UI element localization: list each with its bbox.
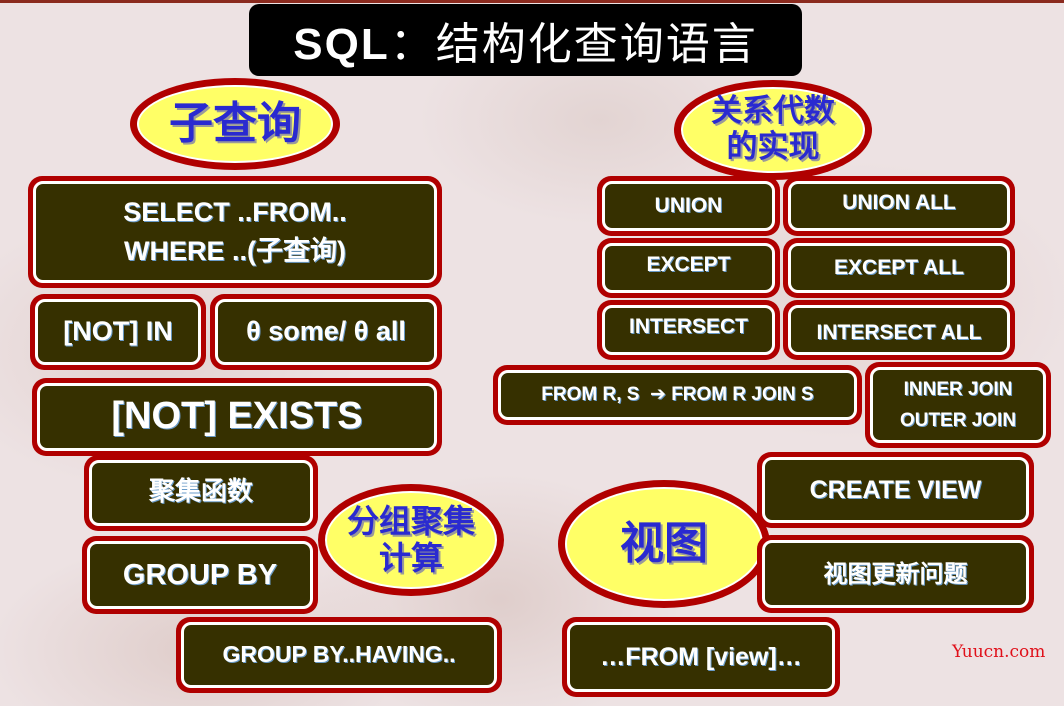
intersect-all-box: INTERSECT ALL	[783, 300, 1015, 360]
intersect-box: INTERSECT	[597, 300, 780, 360]
aggregation-bubble-line-2: 计算	[378, 539, 443, 577]
view-update-issue-box: 视图更新问题	[757, 535, 1034, 613]
group-by-box: GROUP BY	[82, 536, 318, 614]
aggregate-function-label: 聚集函数	[148, 477, 253, 508]
watermark: Yuucn.com	[952, 642, 1046, 662]
select-line-1: SELECT ..FROM..	[123, 196, 347, 227]
except-box: EXCEPT	[597, 238, 780, 298]
page-title: SQL：结构化查询语言	[249, 4, 802, 76]
union-box: UNION	[597, 176, 780, 236]
exists-box: [NOT] EXISTS	[32, 378, 442, 456]
subquery-bubble-label: 子查询	[169, 97, 301, 149]
except-all-box: EXCEPT ALL	[783, 238, 1015, 298]
not-in-label: [NOT] IN	[63, 316, 173, 346]
algebra-bubble-line-2: 的实现	[726, 129, 820, 165]
aggregate-function-box: 聚集函数	[84, 455, 318, 531]
union-all-box: UNION ALL	[783, 176, 1015, 236]
outer-join-label: OUTER JOIN	[899, 410, 1017, 431]
group-by-having-label: GROUP BY..HAVING..	[222, 641, 456, 668]
union-all-label: UNION ALL	[842, 191, 956, 214]
some-all-box: θ some/ θ all	[210, 294, 442, 370]
aggregation-bubble-line-1: 分组聚集	[346, 502, 475, 541]
from-view-label: …FROM [view]…	[600, 642, 802, 671]
join-types-box: INNER JOIN OUTER JOIN	[865, 362, 1051, 448]
inner-join-label: INNER JOIN	[903, 378, 1013, 400]
title-prefix: SQL	[293, 20, 390, 69]
view-bubble-label: 视图	[620, 517, 708, 569]
some-all-label: θ some/ θ all	[246, 316, 406, 346]
union-label: UNION	[654, 193, 723, 217]
not-in-box: [NOT] IN	[30, 294, 206, 370]
create-view-box: CREATE VIEW	[757, 452, 1034, 528]
subquery-bubble: 子查询	[130, 78, 340, 170]
group-by-label: GROUP BY	[122, 558, 278, 591]
intersect-label: INTERSECT	[628, 315, 748, 338]
except-label: EXCEPT	[646, 253, 731, 276]
view-bubble: 视图	[558, 480, 770, 608]
select-from-where-box: SELECT ..FROM.. WHERE ..(子查询)	[28, 176, 442, 288]
create-view-label: CREATE VIEW	[809, 476, 982, 504]
select-line-2: WHERE ..(子查询)	[124, 236, 346, 266]
algebra-bubble-line-1: 关系代数	[711, 93, 835, 130]
group-by-having-box: GROUP BY..HAVING..	[176, 617, 502, 693]
top-accent-bar	[0, 0, 1064, 3]
from-join-box: FROM R, S ➔ FROM R JOIN S	[493, 365, 862, 425]
exists-label: [NOT] EXISTS	[111, 395, 363, 438]
intersect-all-label: INTERSECT ALL	[816, 320, 982, 344]
aggregation-bubble: 分组聚集 计算	[318, 484, 504, 596]
from-view-box: …FROM [view]…	[562, 617, 840, 697]
from-join-label: FROM R, S ➔ FROM R JOIN S	[541, 384, 814, 406]
title-text: ：结构化查询语言	[389, 19, 758, 70]
view-update-issue-label: 视图更新问题	[823, 559, 968, 588]
except-all-label: EXCEPT ALL	[834, 255, 964, 279]
algebra-bubble: 关系代数 的实现	[674, 80, 872, 180]
